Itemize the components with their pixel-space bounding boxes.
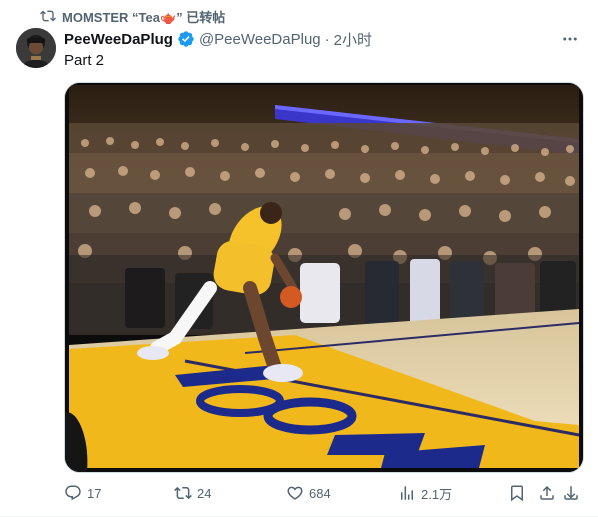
tweet[interactable]: MOMSTER “Tea🫖” 已转帖 PeeWeeDaPlug @PeeWeeD…: [0, 0, 598, 517]
share-icon: [540, 485, 554, 500]
reply-icon: [65, 485, 81, 501]
video-frame-image: [65, 83, 583, 472]
download-icon: [564, 486, 578, 500]
author-name[interactable]: PeeWeeDaPlug: [64, 31, 173, 48]
more-options-button[interactable]: [560, 29, 580, 49]
tweet-text: Part 2: [64, 52, 105, 69]
verified-badge-icon[interactable]: [177, 30, 195, 48]
retweet-count: 24: [197, 485, 212, 501]
tweet-actions: 17 24 684 2.1万: [64, 483, 584, 503]
avatar[interactable]: [16, 28, 56, 68]
share-button[interactable]: [538, 483, 556, 503]
avatar-image: [16, 28, 56, 68]
bookmark-icon: [511, 485, 523, 502]
reply-count: 17: [87, 485, 102, 501]
retweet-icon: [174, 486, 192, 500]
like-button[interactable]: 684: [286, 483, 331, 503]
views-count: 2.1万: [421, 486, 453, 502]
reply-button[interactable]: 17: [64, 483, 101, 503]
separator-dot: ·: [324, 30, 330, 48]
more-icon: [563, 37, 577, 41]
views-icon: [401, 486, 413, 500]
views-button[interactable]: 2.1万: [398, 483, 452, 503]
retweet-icon: [40, 10, 56, 22]
download-button[interactable]: [562, 483, 580, 503]
bookmark-button[interactable]: [508, 483, 526, 503]
media-video[interactable]: [64, 82, 584, 473]
heart-icon: [287, 486, 303, 500]
retweet-button[interactable]: 24: [174, 483, 211, 503]
retweet-context[interactable]: MOMSTER “Tea🫖” 已转帖: [40, 7, 225, 25]
retweet-context-text: MOMSTER “Tea🫖” 已转帖: [62, 9, 226, 25]
tweet-header: PeeWeeDaPlug @PeeWeeDaPlug · 2小时: [64, 29, 372, 50]
author-handle[interactable]: @PeeWeeDaPlug: [199, 31, 321, 48]
like-count: 684: [309, 485, 331, 501]
tweet-timestamp[interactable]: 2小时: [334, 29, 372, 50]
